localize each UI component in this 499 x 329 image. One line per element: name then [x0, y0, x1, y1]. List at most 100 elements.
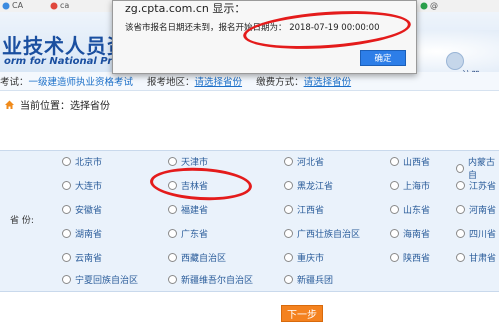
region-label: 报考地区：	[147, 77, 195, 88]
province-option[interactable]: 广西壮族自治区	[284, 227, 360, 240]
province-option[interactable]: 天津市	[168, 155, 208, 168]
province-option[interactable]: 海南省	[390, 227, 430, 240]
region-select-link[interactable]: 请选择省份	[195, 74, 243, 88]
radio-button[interactable]	[456, 229, 465, 238]
province-option[interactable]: 黑龙江省	[284, 179, 333, 192]
favorite-link-2[interactable]: ca	[50, 1, 69, 10]
radio-button[interactable]	[390, 181, 399, 190]
province-option[interactable]: 广东省	[168, 227, 208, 240]
radio-button[interactable]	[62, 181, 71, 190]
province-option-label: 海南省	[403, 230, 431, 240]
province-selection-panel: 省 份: 北京市 天津市 河北省 山西省 内蒙古自 大连市 吉林省 黑龙江省 上海市 江苏省 安徽省…	[0, 150, 499, 292]
province-option[interactable]: 新疆维吾尔自治区	[168, 273, 253, 286]
dialog-ok-button[interactable]: 确定	[360, 50, 406, 66]
radio-button[interactable]	[456, 205, 465, 214]
province-option[interactable]: 山东省	[390, 203, 430, 216]
province-label: 省 份:	[10, 216, 34, 226]
radio-button[interactable]	[456, 253, 465, 262]
exam-label: 考试：	[0, 77, 29, 88]
province-option[interactable]: 河北省	[284, 155, 324, 168]
province-option[interactable]: 内蒙古自	[456, 155, 499, 181]
home-icon	[5, 100, 14, 109]
radio-button[interactable]	[284, 229, 293, 238]
radio-button[interactable]	[390, 253, 399, 262]
radio-button[interactable]	[168, 275, 177, 284]
breadcrumb: 当前位置：选择省份	[0, 94, 499, 114]
globe-icon	[420, 2, 428, 9]
radio-button[interactable]	[168, 253, 177, 262]
radio-button[interactable]	[168, 229, 177, 238]
province-option[interactable]: 大连市	[62, 179, 102, 192]
province-option[interactable]: 新疆兵团	[284, 273, 333, 286]
province-option[interactable]: 福建省	[168, 203, 208, 216]
province-option-label: 内蒙古自	[468, 158, 496, 181]
province-option[interactable]: 山西省	[390, 155, 430, 168]
favorite-link-1[interactable]: CA	[2, 1, 23, 10]
province-option-label: 江西省	[297, 206, 325, 216]
fee-select-link[interactable]: 请选择省份	[304, 74, 352, 88]
province-option-label: 安徽省	[75, 206, 103, 216]
radio-button[interactable]	[284, 181, 293, 190]
province-option-label: 大连市	[75, 182, 103, 192]
radio-button[interactable]	[62, 253, 71, 262]
province-option-label: 黑龙江省	[297, 182, 334, 192]
province-option-label: 上海市	[403, 182, 431, 192]
radio-button[interactable]	[284, 157, 293, 166]
radio-button[interactable]	[284, 275, 293, 284]
radio-button[interactable]	[284, 253, 293, 262]
province-option[interactable]: 西藏自治区	[168, 251, 226, 264]
radio-button[interactable]	[62, 229, 71, 238]
favorite-label: CA	[12, 1, 24, 10]
radio-button[interactable]	[390, 157, 399, 166]
province-option[interactable]: 陕西省	[390, 251, 430, 264]
province-option[interactable]: 北京市	[62, 155, 102, 168]
province-option-label: 福建省	[181, 206, 209, 216]
province-option-label: 甘肃省	[469, 254, 497, 264]
radio-button[interactable]	[390, 229, 399, 238]
province-option[interactable]: 上海市	[390, 179, 430, 192]
favorite-link-3[interactable]: @	[420, 1, 438, 10]
radio-button[interactable]	[168, 205, 177, 214]
province-option[interactable]: 甘肃省	[456, 251, 496, 264]
globe-icon	[2, 2, 10, 9]
radio-button[interactable]	[62, 275, 71, 284]
province-option-label: 江苏省	[469, 182, 497, 192]
province-option-label: 陕西省	[403, 254, 431, 264]
radio-button[interactable]	[62, 157, 71, 166]
province-option[interactable]: 湖南省	[62, 227, 102, 240]
province-option-label: 河南省	[469, 206, 497, 216]
exam-value: 一级建造师执业资格考试	[28, 77, 134, 88]
province-option[interactable]: 宁夏回族自治区	[62, 273, 138, 286]
province-option[interactable]: 安徽省	[62, 203, 102, 216]
province-option-label: 重庆市	[297, 254, 325, 264]
radio-button[interactable]	[456, 163, 465, 173]
province-option-label: 天津市	[181, 158, 209, 168]
favorite-label: ca	[60, 1, 70, 10]
province-option-label: 新疆兵团	[297, 276, 334, 286]
province-option-label: 宁夏回族自治区	[75, 276, 139, 286]
province-option[interactable]: 重庆市	[284, 251, 324, 264]
province-option[interactable]: 四川省	[456, 227, 496, 240]
province-option[interactable]: 江苏省	[456, 179, 496, 192]
province-option[interactable]: 云南省	[62, 251, 102, 264]
favorite-label: @	[430, 1, 438, 10]
province-option[interactable]: 河南省	[456, 203, 496, 216]
province-option-label: 山西省	[403, 158, 431, 168]
next-step-button[interactable]: 下一步	[281, 305, 323, 322]
radio-button[interactable]	[168, 157, 177, 166]
province-option-label: 湖南省	[75, 230, 103, 240]
exam-info-bar: 考试： 一级建造师执业资格考试 报考地区： 请选择省份 缴费方式： 请选择省份	[0, 72, 499, 91]
fee-label: 缴费方式：	[256, 77, 304, 88]
province-option[interactable]: 江西省	[284, 203, 324, 216]
province-option-label: 西藏自治区	[181, 254, 227, 264]
province-option-label: 北京市	[75, 158, 103, 168]
radio-button[interactable]	[390, 205, 399, 214]
province-option-label: 广东省	[181, 230, 209, 240]
radio-button[interactable]	[284, 205, 293, 214]
radio-button[interactable]	[62, 205, 71, 214]
province-option-label: 云南省	[75, 254, 103, 264]
globe-icon	[50, 2, 58, 9]
radio-button[interactable]	[456, 181, 465, 190]
province-option-label: 山东省	[403, 206, 431, 216]
province-option-label: 新疆维吾尔自治区	[181, 276, 254, 286]
